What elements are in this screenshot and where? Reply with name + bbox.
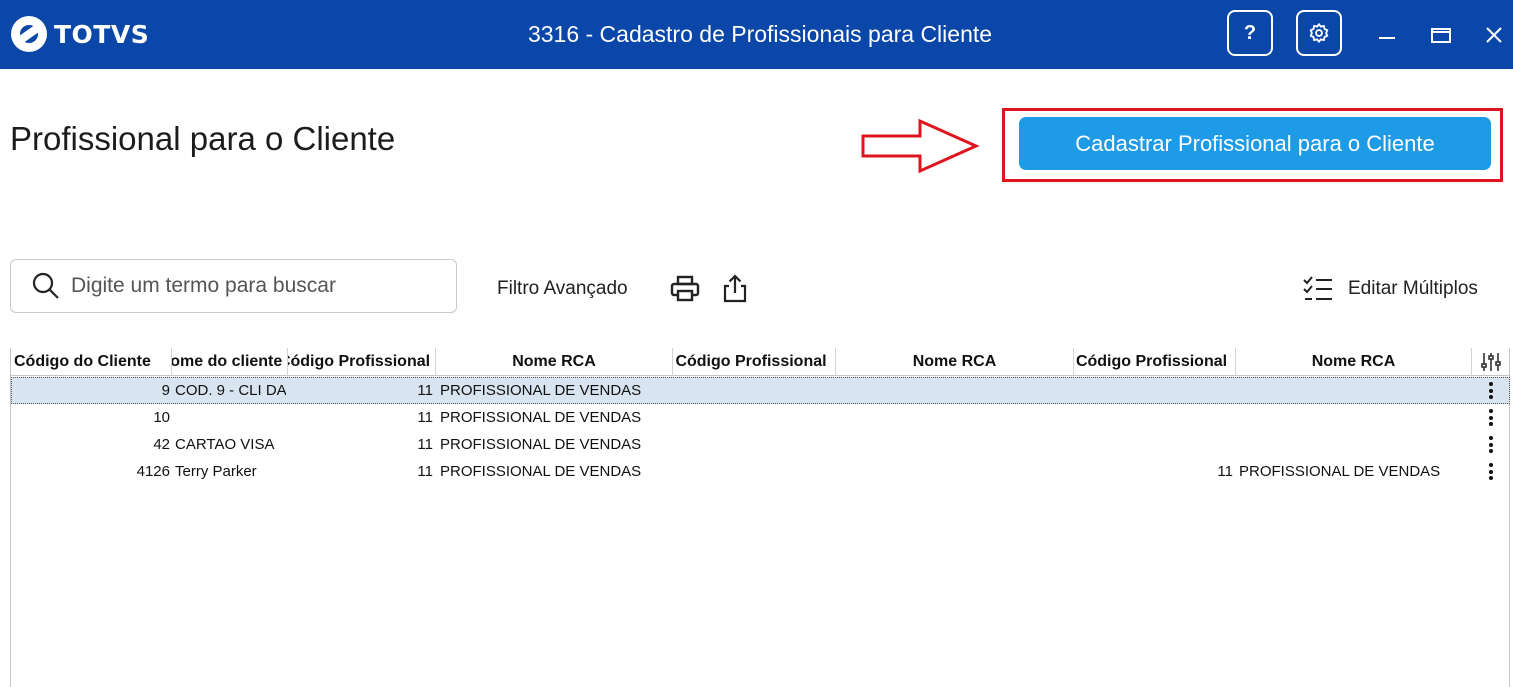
cell-codigo-profissional: 11 [417,436,433,453]
logo-text: TOTVS [54,19,150,49]
totvs-logo-icon [11,16,47,52]
settings-button[interactable] [1296,10,1342,56]
annotation-arrow-icon [861,118,980,174]
column-header[interactable]: Código Profissional [1074,348,1236,376]
cell-nome-rca: PROFISSIONAL DE VENDAS [440,382,642,399]
cell-nome-rca-2 [840,458,1072,485]
grid-header: Código do Cliente Nome do cliente Código… [11,348,1510,376]
cell-codigo-cliente: 9 [161,382,170,399]
maximize-icon [1431,28,1451,43]
share-icon [723,274,747,303]
cell-nome-rca-2 [840,377,1072,404]
search-icon [32,272,59,299]
column-header-label: Código Profissional [1075,353,1228,370]
cell-nome-rca: PROFISSIONAL DE VENDAS [440,436,642,453]
gear-icon [1309,22,1329,44]
column-header[interactable]: Nome RCA [436,348,673,376]
help-label: ? [1243,21,1257,44]
table-row[interactable]: 9 COD. 9 - CLI DA 11 PROFISSIONAL DE VEN… [11,377,1510,404]
cell-codigo-cliente: 10 [153,409,170,426]
close-icon [1486,27,1502,43]
data-grid: Código do Cliente Nome do cliente Código… [10,348,1510,687]
cell-codigo-cliente: 4126 [136,463,170,480]
title-bar: TOTVS 3316 - Cadastro de Profissionais p… [0,0,1513,69]
maximize-button[interactable] [1428,20,1454,50]
search-box[interactable] [10,259,457,313]
cell-nome-cliente: Terry Parker [175,463,257,480]
window-title: 3316 - Cadastro de Profissionais para Cl… [527,21,993,47]
cell-nome-cliente [175,404,286,431]
column-header[interactable]: Código do Cliente [11,348,172,376]
row-actions-icon[interactable] [1487,380,1495,401]
cell-codigo-profissional-2 [673,431,833,458]
cell-nome-cliente: COD. 9 - CLI DA [175,382,286,399]
table-row[interactable]: 42 CARTAO VISA 11 PROFISSIONAL DE VENDAS [11,431,1510,458]
help-button[interactable]: ? [1227,10,1273,56]
print-icon [670,275,700,302]
cell-codigo-profissional-2 [673,404,833,431]
column-header[interactable]: Código Profissional [288,348,436,376]
column-header-label: Código Profissional [675,353,827,370]
cell-codigo-profissional: 11 [417,382,433,399]
column-header-label: Nome do cliente [172,353,283,370]
cell-nome-rca-3 [1239,431,1471,458]
cell-nome-cliente: CARTAO VISA [175,436,275,453]
cell-codigo-profissional-2 [673,458,833,485]
row-actions-icon[interactable] [1487,434,1495,455]
cell-codigo-profissional-3 [1074,431,1233,458]
cell-nome-rca-3: PROFISSIONAL DE VENDAS [1239,463,1441,480]
column-header[interactable]: Nome RCA [1236,348,1472,376]
add-profissional-button[interactable]: Cadastrar Profissional para o Cliente [1019,117,1491,170]
page-title: Profissional para o Cliente [10,120,396,157]
table-row[interactable]: 4126 Terry Parker 11 PROFISSIONAL DE VEN… [11,458,1510,485]
cell-codigo-profissional: 11 [417,463,433,480]
column-header[interactable]: Nome RCA [836,348,1074,376]
cell-nome-rca-2 [840,431,1072,458]
cell-codigo-cliente: 42 [153,436,170,453]
print-button[interactable] [670,274,700,304]
column-header[interactable]: Código Profissional [673,348,836,376]
column-header-label: Código Profissional [288,353,431,370]
cell-nome-rca: PROFISSIONAL DE VENDAS [440,409,642,426]
edit-multiple-label: Editar Múltiplos [1348,278,1478,299]
cell-nome-rca-3 [1239,377,1471,404]
checklist-icon [1303,276,1332,300]
cell-nome-rca-2 [840,404,1072,431]
minimize-button[interactable] [1374,20,1400,50]
edit-multiple-button[interactable]: Editar Múltiplos [1302,275,1478,303]
cell-codigo-profissional: 11 [417,409,433,426]
cell-codigo-profissional-3: 11 [1217,463,1233,480]
cell-nome-rca: PROFISSIONAL DE VENDAS [440,463,642,480]
search-input[interactable] [71,274,451,298]
sliders-icon[interactable] [1479,351,1503,373]
cell-nome-rca-3 [1239,404,1471,431]
cell-codigo-profissional-3 [1074,377,1233,404]
row-actions-icon[interactable] [1487,407,1495,428]
table-row[interactable]: 10 11 PROFISSIONAL DE VENDAS [11,404,1510,431]
cell-codigo-profissional-3 [1074,404,1233,431]
cell-codigo-profissional-2 [673,377,833,404]
minimize-icon [1379,37,1395,39]
export-button[interactable] [720,274,750,304]
column-header[interactable]: Nome do cliente [172,348,288,376]
close-button[interactable] [1481,20,1507,50]
row-actions-icon[interactable] [1487,461,1495,482]
totvs-logo: TOTVS [10,14,149,54]
advanced-filter-link[interactable]: Filtro Avançado [497,278,628,300]
